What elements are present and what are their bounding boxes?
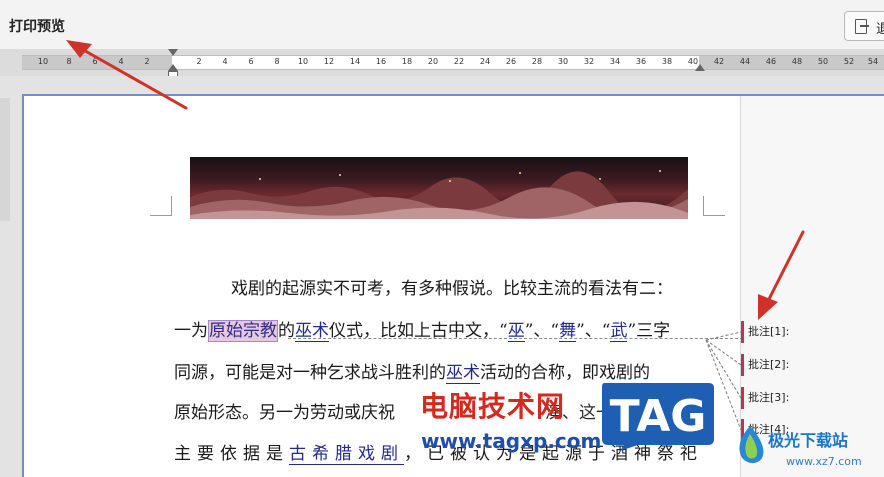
brand-logo-icon [739, 426, 764, 464]
comment-label-2[interactable]: 批注[2]: [741, 354, 789, 376]
print-preview-window: 打印预览 退出 10 8 6 4 2 2 4 6 8 10 12 14 16 1… [0, 0, 884, 477]
watermark-tag-logo: TAG [602, 383, 714, 451]
comment-label-3[interactable]: 批注[3]: [741, 387, 789, 409]
comment-label-1[interactable]: 批注[1]: [741, 321, 789, 343]
watermark-tag-text: TAG [610, 391, 707, 442]
watermark-brand: 极光下载站 [768, 431, 849, 450]
watermark-brand-url: www.xz7.com [786, 455, 862, 468]
watermark-site-url: www.tagxp.com [421, 429, 602, 453]
watermark-site-name: 电脑技术网 [420, 390, 566, 423]
